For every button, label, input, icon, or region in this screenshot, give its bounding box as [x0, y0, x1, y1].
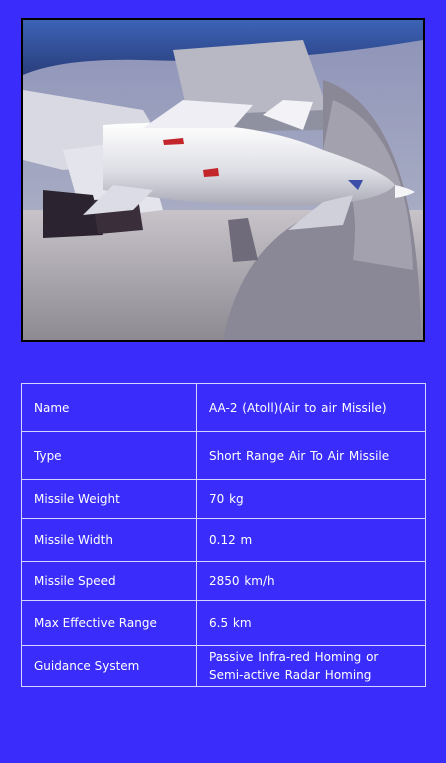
spec-value: Short Range Air To Air Missile — [196, 431, 426, 480]
spec-label: Missile Weight — [21, 479, 197, 519]
spec-label: Guidance System — [21, 645, 197, 687]
table-row: Missile Weight 70 kg — [21, 479, 426, 519]
spec-label: Max Effective Range — [21, 600, 197, 646]
table-row: Name AA-2 (Atoll)(Air to air Missile) — [21, 383, 426, 432]
table-row: Type Short Range Air To Air Missile — [21, 431, 426, 480]
spec-label: Type — [21, 431, 197, 480]
table-row: Max Effective Range 6.5 km — [21, 600, 426, 646]
spec-value: AA-2 (Atoll)(Air to air Missile) — [196, 383, 426, 432]
missile-photo — [21, 18, 425, 342]
spec-value: 70 kg — [196, 479, 426, 519]
spec-label: Missile Width — [21, 518, 197, 562]
spec-label: Missile Speed — [21, 561, 197, 601]
spec-label: Name — [21, 383, 197, 432]
table-row: Missile Width 0.12 m — [21, 518, 426, 562]
table-row: Guidance System Passive Infra-red Homing… — [21, 645, 426, 687]
spec-value: 6.5 km — [196, 600, 426, 646]
spec-value: Passive Infra-red Homing or Semi-active … — [196, 645, 426, 687]
spec-value: 0.12 m — [196, 518, 426, 562]
table-row: Missile Speed 2850 km/h — [21, 561, 426, 601]
specs-table: Name AA-2 (Atoll)(Air to air Missile) Ty… — [21, 383, 426, 687]
spec-value: 2850 km/h — [196, 561, 426, 601]
missile-photo-illustration — [23, 20, 423, 340]
